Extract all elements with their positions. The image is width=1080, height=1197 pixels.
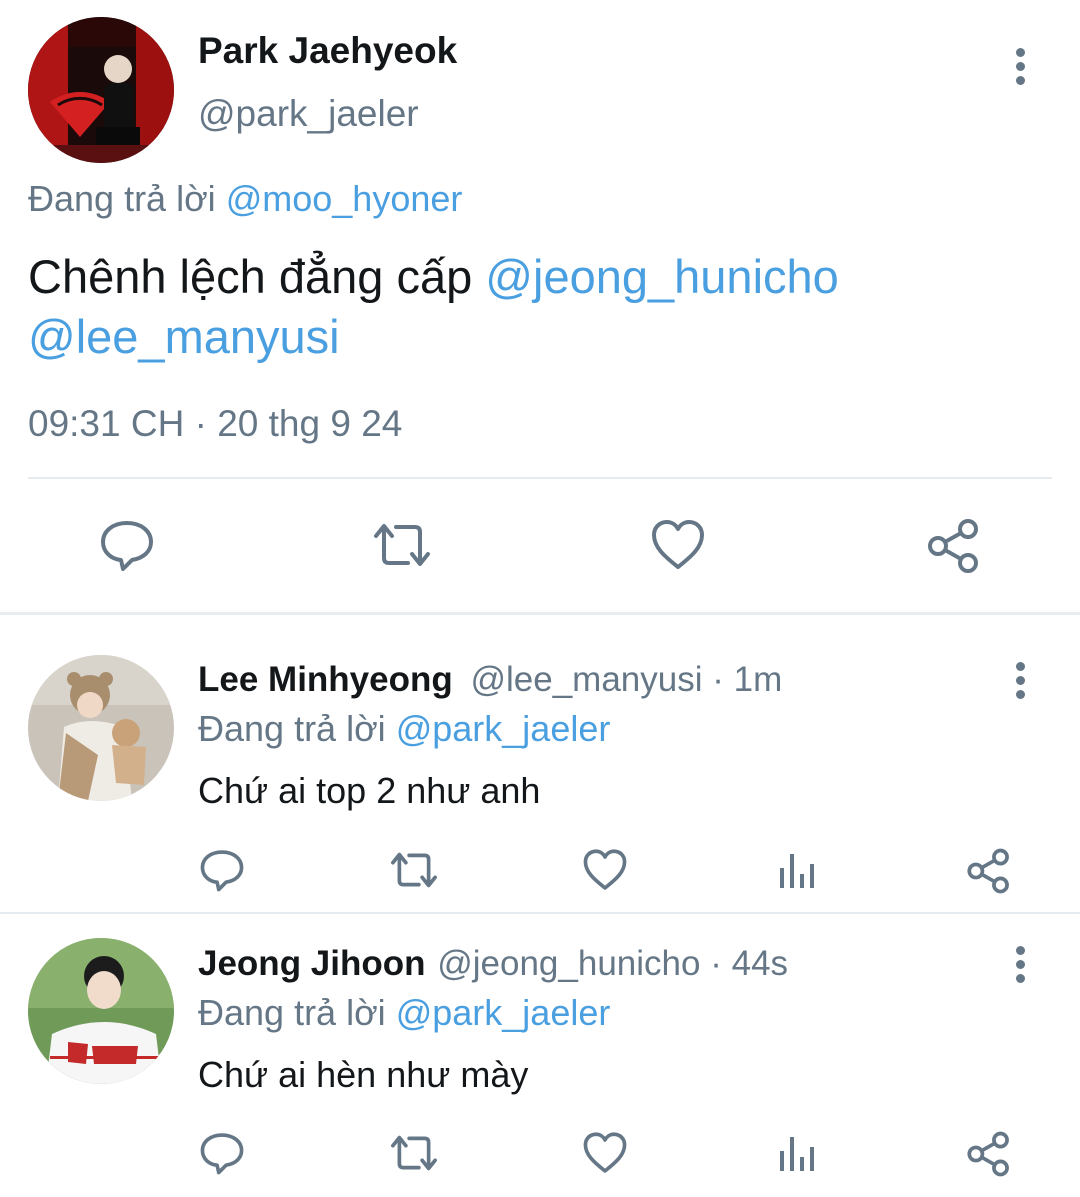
mention-link[interactable]: @lee_manyusi <box>28 310 340 363</box>
post-time: · 44s <box>710 944 789 983</box>
heart-icon[interactable] <box>582 1131 628 1175</box>
divider <box>28 477 1052 479</box>
replying-to: Đang trả lời @park_jaeler <box>198 708 610 750</box>
author-name[interactable]: Jeong Jihoon <box>198 944 426 983</box>
avatar[interactable] <box>28 655 174 801</box>
more-options-icon[interactable] <box>1010 48 1030 88</box>
author-handle[interactable]: @lee_manyusi <box>470 660 702 699</box>
retweet-icon[interactable] <box>370 518 434 572</box>
author-handle[interactable]: @park_jaeler <box>198 93 419 135</box>
reply-header: Jeong Jihoon @jeong_hunicho · 44s <box>198 944 788 984</box>
heart-icon[interactable] <box>650 518 706 572</box>
replying-label: Đang trả lời <box>198 708 386 749</box>
avatar[interactable] <box>28 17 174 163</box>
retweet-icon[interactable] <box>388 848 440 892</box>
comment-icon[interactable] <box>100 518 154 572</box>
more-options-icon[interactable] <box>1010 662 1030 702</box>
comment-icon[interactable] <box>200 848 244 892</box>
replying-label: Đang trả lời <box>28 178 216 219</box>
heart-icon[interactable] <box>582 848 628 892</box>
reply-header: Lee Minhyeong @lee_manyusi · 1m <box>198 660 782 700</box>
author-name[interactable]: Lee Minhyeong <box>198 660 453 699</box>
analytics-icon[interactable] <box>778 850 816 890</box>
replying-to-link[interactable]: @park_jaeler <box>396 708 611 749</box>
avatar[interactable] <box>28 938 174 1084</box>
replying-to: Đang trả lời @moo_hyoner <box>28 178 462 220</box>
author-handle[interactable]: @jeong_hunicho <box>437 944 700 983</box>
share-icon[interactable] <box>926 518 982 574</box>
tweet-body: Chứ ai top 2 như anh <box>198 770 541 811</box>
analytics-icon[interactable] <box>778 1133 816 1173</box>
mention-link[interactable]: @jeong_hunicho <box>485 250 839 303</box>
post-time: · 1m <box>712 660 783 699</box>
tweet-body: Chênh lệch đẳng cấp <box>28 250 473 303</box>
share-icon[interactable] <box>966 1131 1012 1177</box>
section-divider <box>0 612 1080 615</box>
share-icon[interactable] <box>966 848 1012 894</box>
comment-icon[interactable] <box>200 1131 244 1175</box>
section-divider <box>0 912 1080 914</box>
retweet-icon[interactable] <box>388 1131 440 1175</box>
more-options-icon[interactable] <box>1010 946 1030 986</box>
tweet-text: Chênh lệch đẳng cấp @jeong_hunicho @lee_… <box>28 247 1058 367</box>
replying-to: Đang trả lời @park_jaeler <box>198 992 610 1034</box>
replying-label: Đang trả lời <box>198 992 386 1033</box>
timestamp: 09:31 CH · 20 thg 9 24 <box>28 403 403 444</box>
replying-to-link[interactable]: @moo_hyoner <box>226 178 463 219</box>
author-name[interactable]: Park Jaehyeok <box>198 30 457 72</box>
tweet-body: Chứ ai hèn như mày <box>198 1054 529 1095</box>
replying-to-link[interactable]: @park_jaeler <box>396 992 611 1033</box>
